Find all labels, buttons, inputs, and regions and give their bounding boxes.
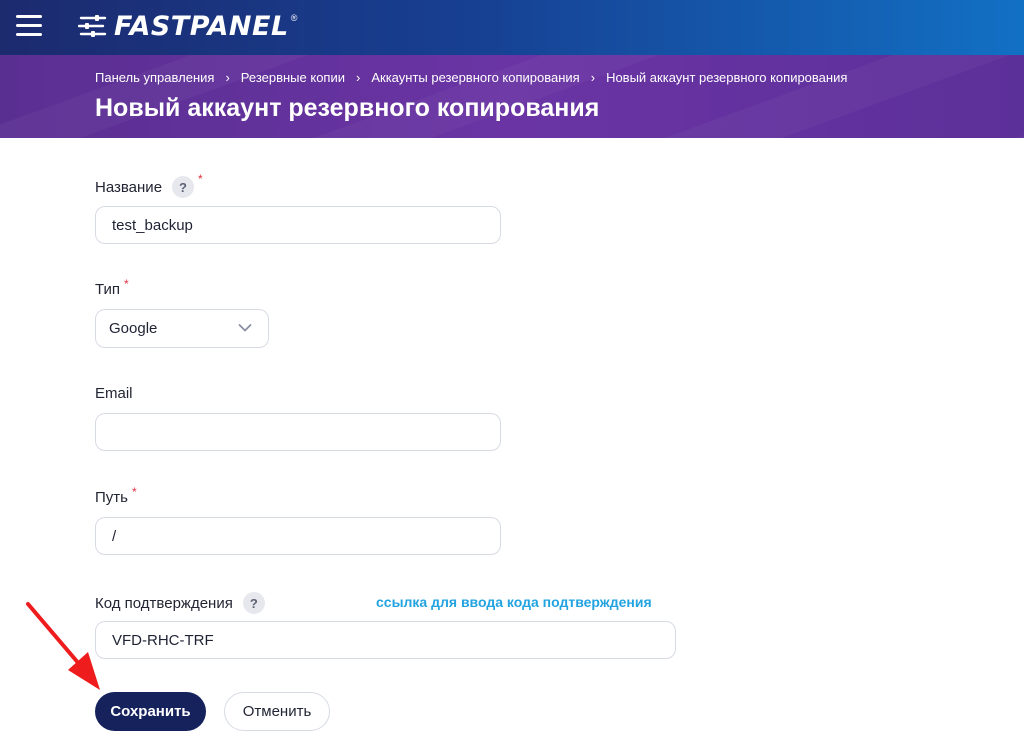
breadcrumb-separator-icon: › xyxy=(225,70,230,85)
logo-text: FASTPANEL xyxy=(114,10,289,42)
name-field-label-row: Название ? * xyxy=(95,172,203,198)
email-input[interactable] xyxy=(95,413,501,451)
path-required-mark: * xyxy=(131,485,137,499)
name-field-label: Название xyxy=(95,178,163,196)
type-field-label-row: Тип * xyxy=(95,277,129,298)
path-field-label-row: Путь * xyxy=(95,485,137,506)
email-field-label: Email xyxy=(95,385,133,402)
type-select-value: Google xyxy=(109,320,158,337)
chevron-down-icon xyxy=(238,324,252,332)
confirmation-code-link[interactable]: ссылка для ввода кода подтверждения xyxy=(376,594,652,610)
name-input[interactable] xyxy=(95,206,501,244)
top-bar: FASTPANEL ® xyxy=(0,0,1024,55)
fastpanel-logo[interactable]: FASTPANEL ® xyxy=(78,10,297,42)
breadcrumb-separator-icon: › xyxy=(590,70,596,85)
confirmation-code-input[interactable] xyxy=(95,621,676,659)
breadcrumb-item-control-panel[interactable]: Панель управления xyxy=(95,70,214,85)
breadcrumb-item-backups[interactable]: Резервные копии xyxy=(241,70,345,85)
page-title: Новый аккаунт резервного копирования xyxy=(95,94,600,122)
breadcrumb: Панель управления › Резервные копии › Ак… xyxy=(95,70,847,85)
breadcrumb-item-new-account: Новый аккаунт резервного копирования xyxy=(606,70,848,85)
logo-sliders-icon xyxy=(78,15,107,37)
name-help-icon[interactable]: ? xyxy=(172,176,195,198)
cancel-button[interactable]: Отменить xyxy=(224,692,330,731)
breadcrumb-separator-icon: › xyxy=(356,70,361,85)
path-field-label: Путь xyxy=(95,489,128,506)
code-help-icon[interactable]: ? xyxy=(242,592,265,614)
save-button[interactable]: Сохранить xyxy=(95,692,206,731)
code-field-label: Код подтверждения xyxy=(95,594,233,612)
breadcrumb-item-backup-accounts[interactable]: Аккаунты резервного копирования xyxy=(371,70,579,85)
code-field-label-row: Код подтверждения ? xyxy=(95,592,265,614)
type-select[interactable]: Google xyxy=(95,309,269,348)
email-field-label-row: Email xyxy=(95,385,133,402)
name-required-mark: * xyxy=(198,172,203,186)
type-field-label: Тип xyxy=(95,281,121,298)
page-header: Панель управления › Резервные копии › Ак… xyxy=(0,55,1024,138)
hamburger-menu-icon[interactable] xyxy=(16,13,42,39)
type-required-mark: * xyxy=(124,277,129,291)
path-input[interactable] xyxy=(95,517,501,555)
logo-registered-mark: ® xyxy=(290,13,298,23)
